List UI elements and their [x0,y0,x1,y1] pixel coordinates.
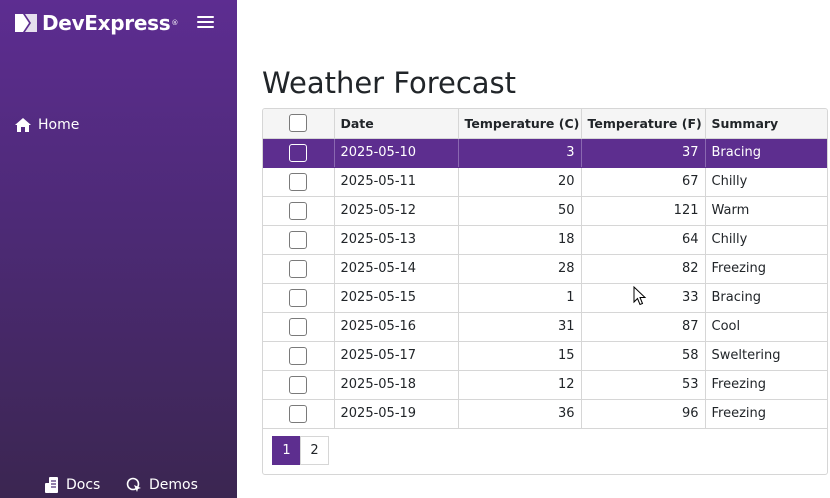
cell-summary: Chilly [705,167,827,197]
sidebar-item-home[interactable]: Home [14,115,79,135]
cell-date: 2025-05-19 [334,399,459,429]
table-row[interactable]: 2025-05-11 20 67 Chilly [263,167,827,197]
cell-temperature-f: 67 [581,167,706,197]
cell-temperature-c: 36 [458,399,582,429]
page-title: Weather Forecast [262,66,517,100]
row-select-cell [263,283,335,313]
row-checkbox[interactable] [289,375,308,394]
row-checkbox[interactable] [289,346,308,365]
brand-logo[interactable]: DevExpress ® [14,11,178,35]
row-checkbox[interactable] [289,259,308,278]
grid-header-row: Date Temperature (C) Temperature (F) Sum… [263,109,827,139]
table-row[interactable]: 2025-05-16 31 87 Cool [263,312,827,342]
cell-date: 2025-05-14 [334,254,459,284]
cell-date: 2025-05-15 [334,283,459,313]
grid-table: Date Temperature (C) Temperature (F) Sum… [263,109,827,429]
cell-temperature-f: 82 [581,254,706,284]
table-row[interactable]: 2025-05-17 15 58 Sweltering [263,341,827,371]
cell-date: 2025-05-16 [334,312,459,342]
brand-registered-mark: ® [171,19,179,27]
cell-temperature-c: 15 [458,341,582,371]
demos-link-label: Demos [149,477,198,493]
row-select-cell [263,196,335,226]
row-select-cell [263,370,335,400]
row-checkbox[interactable] [289,143,308,162]
pager: 1 2 [272,436,329,465]
row-select-cell [263,254,335,284]
row-checkbox[interactable] [289,201,308,220]
docs-icon [45,477,58,493]
cell-temperature-f: 37 [581,138,706,168]
weather-grid: Date Temperature (C) Temperature (F) Sum… [262,108,828,475]
cell-date: 2025-05-17 [334,341,459,371]
cell-date: 2025-05-12 [334,196,459,226]
menu-toggle-icon[interactable] [197,16,214,30]
demos-link[interactable]: Demos [126,475,198,495]
row-select-cell [263,341,335,371]
select-all-checkbox[interactable] [289,114,308,133]
devexpress-logo-icon [15,14,37,32]
column-header-date[interactable]: Date [334,109,459,139]
row-select-cell [263,138,335,168]
cell-date: 2025-05-11 [334,167,459,197]
brand-name: DevExpress [42,11,171,35]
cell-summary: Cool [705,312,827,342]
table-row[interactable]: 2025-05-19 36 96 Freezing [263,399,827,429]
row-checkbox[interactable] [289,172,308,191]
table-row[interactable]: 2025-05-12 50 121 Warm [263,196,827,226]
cell-temperature-c: 12 [458,370,582,400]
column-header-summary[interactable]: Summary [705,109,827,139]
cell-date: 2025-05-13 [334,225,459,255]
cell-summary: Bracing [705,283,827,313]
table-row[interactable]: 2025-05-14 28 82 Freezing [263,254,827,284]
cell-temperature-f: 96 [581,399,706,429]
cell-temperature-c: 3 [458,138,582,168]
cell-temperature-f: 53 [581,370,706,400]
table-row[interactable]: 2025-05-18 12 53 Freezing [263,370,827,400]
row-checkbox[interactable] [289,288,308,307]
cell-temperature-c: 50 [458,196,582,226]
table-row[interactable]: 2025-05-15 1 33 Bracing [263,283,827,313]
cell-date: 2025-05-18 [334,370,459,400]
column-header-temperature-f[interactable]: Temperature (F) [581,109,706,139]
cell-summary: Freezing [705,399,827,429]
page-button-2[interactable]: 2 [300,436,329,465]
cell-summary: Bracing [705,138,827,168]
cell-summary: Freezing [705,370,827,400]
cell-summary: Chilly [705,225,827,255]
sidebar: DevExpress ® Home Docs Demos [0,0,237,498]
cell-temperature-f: 64 [581,225,706,255]
cell-date: 2025-05-10 [334,138,459,168]
cell-summary: Sweltering [705,341,827,371]
row-select-cell [263,312,335,342]
docs-link[interactable]: Docs [44,475,100,495]
home-icon [15,118,31,132]
demos-icon [126,477,141,492]
cell-summary: Warm [705,196,827,226]
cell-temperature-f: 58 [581,341,706,371]
cell-summary: Freezing [705,254,827,284]
cell-temperature-c: 18 [458,225,582,255]
select-all-cell [263,109,335,139]
cell-temperature-c: 31 [458,312,582,342]
row-checkbox[interactable] [289,230,308,249]
cell-temperature-c: 1 [458,283,582,313]
sidebar-item-label: Home [38,117,80,133]
docs-link-label: Docs [66,477,101,493]
page-button-1[interactable]: 1 [272,436,301,465]
cell-temperature-c: 28 [458,254,582,284]
table-row[interactable]: 2025-05-10 3 37 Bracing [263,138,827,168]
row-select-cell [263,399,335,429]
row-select-cell [263,167,335,197]
table-row[interactable]: 2025-05-13 18 64 Chilly [263,225,827,255]
row-checkbox[interactable] [289,317,308,336]
column-header-temperature-c[interactable]: Temperature (C) [458,109,582,139]
mouse-pointer-icon [633,286,647,306]
cell-temperature-f: 121 [581,196,706,226]
row-checkbox[interactable] [289,404,308,423]
row-select-cell [263,225,335,255]
cell-temperature-f: 87 [581,312,706,342]
cell-temperature-c: 20 [458,167,582,197]
grid-body: 2025-05-10 3 37 Bracing 2025-05-11 20 67 Chilly… [263,138,827,429]
